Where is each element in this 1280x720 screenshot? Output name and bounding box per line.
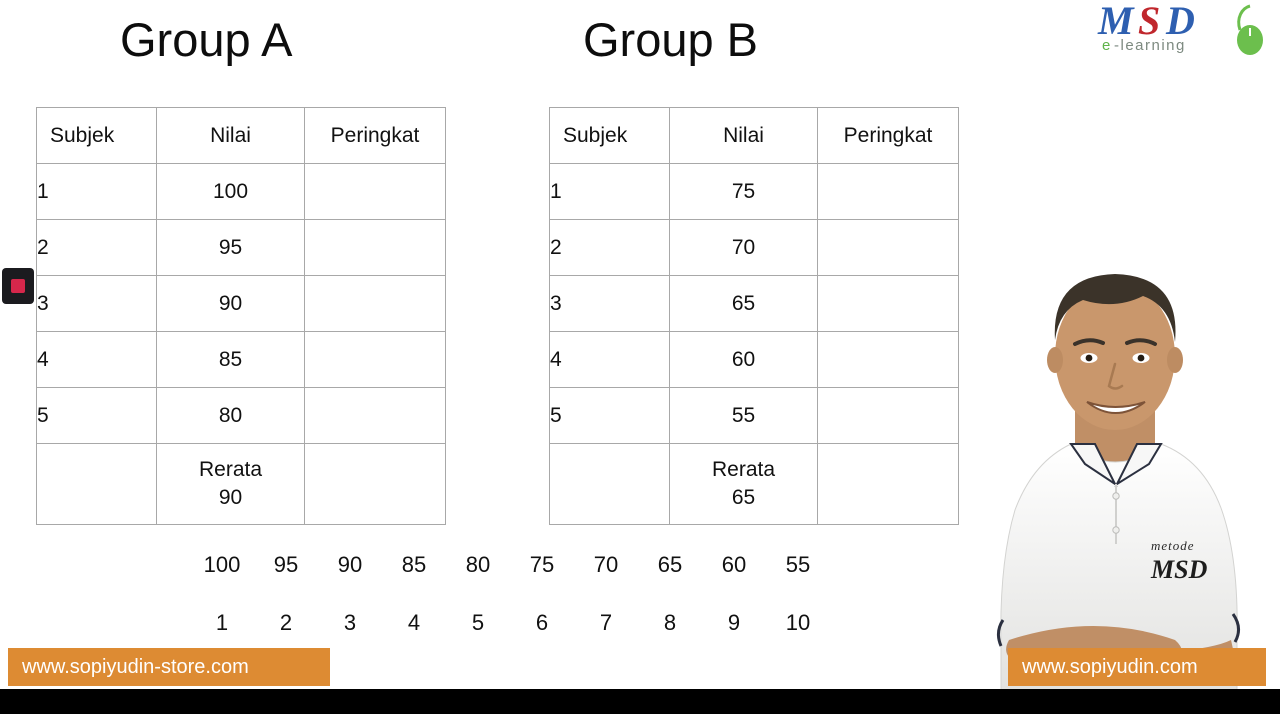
table-row: 5 55 (549, 387, 959, 444)
scale-rank: 3 (343, 610, 357, 635)
svg-text:metode: metode (1151, 538, 1195, 553)
table-row: 1 100 (36, 163, 446, 220)
scale-value: 90 (337, 552, 363, 577)
cell-subjek: 1 (36, 163, 157, 220)
rerata-value: 65 (731, 486, 756, 509)
column-header-peringkat: Peringkat (304, 107, 446, 164)
presenter-video: metode MSD (975, 248, 1280, 691)
cell-subjek: 1 (549, 163, 670, 220)
rerata-value: 90 (218, 486, 243, 509)
group-a-title: Group A (120, 13, 293, 66)
cell-subjek: 4 (549, 331, 670, 388)
svg-text:e: e (1102, 37, 1112, 54)
bottom-black-bar (0, 689, 1280, 714)
cell-peringkat (304, 219, 446, 276)
group-b-table: Subjek Nilai Peringkat 1 75 2 70 3 65 4 … (549, 107, 959, 525)
cell-peringkat (817, 331, 959, 388)
slide-canvas: M S D e -learning Group A Group B Subjek… (0, 0, 1280, 720)
scale-rank: 7 (599, 610, 613, 635)
rerata-label: Rerata (711, 457, 776, 481)
table-row: 3 90 (36, 275, 446, 332)
cell-peringkat (817, 163, 959, 220)
table-row: 2 70 (549, 219, 959, 276)
table-summary-row: Rerata 65 (549, 443, 959, 525)
cell-peringkat (304, 275, 446, 332)
cell-peringkat (304, 443, 446, 525)
table-row: 5 80 (36, 387, 446, 444)
table-row: 4 60 (549, 331, 959, 388)
main-website-banner[interactable]: www.sopiyudin.com (1008, 648, 1266, 686)
scale-value: 55 (785, 552, 811, 577)
scale-rank: 5 (471, 610, 485, 635)
cell-nilai: 60 (669, 331, 818, 388)
cell-nilai: 95 (156, 219, 305, 276)
cell-nilai: 65 (669, 275, 818, 332)
cell-peringkat (817, 387, 959, 444)
scale-value: 100 (203, 552, 241, 577)
cell-nilai: 75 (669, 163, 818, 220)
table-row: 3 65 (549, 275, 959, 332)
cell-subjek-empty (549, 443, 670, 525)
cell-peringkat (304, 163, 446, 220)
table-row: 1 75 (549, 163, 959, 220)
column-header-subjek: Subjek (549, 107, 670, 164)
scale-rank-highlighted: 10 (785, 610, 811, 635)
scale-values-row: 100 95 90 85 80 75 70 65 60 55 (190, 552, 830, 578)
scale-value: 95 (273, 552, 299, 577)
cell-peringkat (304, 331, 446, 388)
svg-text:MSD: MSD (1150, 555, 1208, 584)
scale-rank: 1 (215, 610, 229, 635)
scale-value: 70 (593, 552, 619, 577)
table-header-row: Subjek Nilai Peringkat (549, 107, 959, 164)
table-row: 2 95 (36, 219, 446, 276)
player-stop-marker[interactable] (2, 268, 34, 304)
scale-value: 75 (529, 552, 555, 577)
scale-rank: 6 (535, 610, 549, 635)
group-a-table: Subjek Nilai Peringkat 1 100 2 95 3 90 4… (36, 107, 446, 525)
cell-peringkat (817, 219, 959, 276)
column-header-subjek: Subjek (36, 107, 157, 164)
cell-rerata: Rerata 65 (669, 443, 818, 525)
msd-elearning-logo: M S D e -learning (1090, 0, 1272, 58)
table-summary-row: Rerata 90 (36, 443, 446, 525)
column-header-peringkat: Peringkat (817, 107, 959, 164)
table-header-row: Subjek Nilai Peringkat (36, 107, 446, 164)
group-b-title: Group B (583, 13, 759, 66)
scale-ranks-row: 1 2 3 4 5 6 7 8 9 10 (190, 610, 830, 636)
rerata-label: Rerata (198, 457, 263, 481)
cell-subjek-empty (36, 443, 157, 525)
scale-value: 80 (465, 552, 491, 577)
column-header-nilai: Nilai (156, 107, 305, 164)
cell-subjek: 5 (549, 387, 670, 444)
cell-subjek: 4 (36, 331, 157, 388)
scale-value: 85 (401, 552, 427, 577)
cell-peringkat (817, 443, 959, 525)
scale-value: 60 (721, 552, 747, 577)
table-row: 4 85 (36, 331, 446, 388)
cell-nilai: 70 (669, 219, 818, 276)
stop-square-icon (11, 279, 25, 293)
cell-subjek: 3 (36, 275, 157, 332)
svg-text:-learning: -learning (1114, 37, 1186, 54)
cell-peringkat (304, 387, 446, 444)
cell-peringkat (817, 275, 959, 332)
cell-subjek: 3 (549, 275, 670, 332)
cell-rerata: Rerata 90 (156, 443, 305, 525)
store-website-banner[interactable]: www.sopiyudin-store.com (8, 648, 330, 686)
scale-rank: 9 (727, 610, 741, 635)
cell-nilai: 55 (669, 387, 818, 444)
cell-subjek: 5 (36, 387, 157, 444)
scale-rank: 2 (279, 610, 293, 635)
cell-nilai: 85 (156, 331, 305, 388)
column-header-nilai: Nilai (669, 107, 818, 164)
cell-nilai: 80 (156, 387, 305, 444)
scale-rank: 4 (407, 610, 421, 635)
cell-nilai: 100 (156, 163, 305, 220)
scale-value: 65 (657, 552, 683, 577)
cell-subjek: 2 (549, 219, 670, 276)
scale-rank: 8 (663, 610, 677, 635)
cell-subjek: 2 (36, 219, 157, 276)
cell-nilai: 90 (156, 275, 305, 332)
